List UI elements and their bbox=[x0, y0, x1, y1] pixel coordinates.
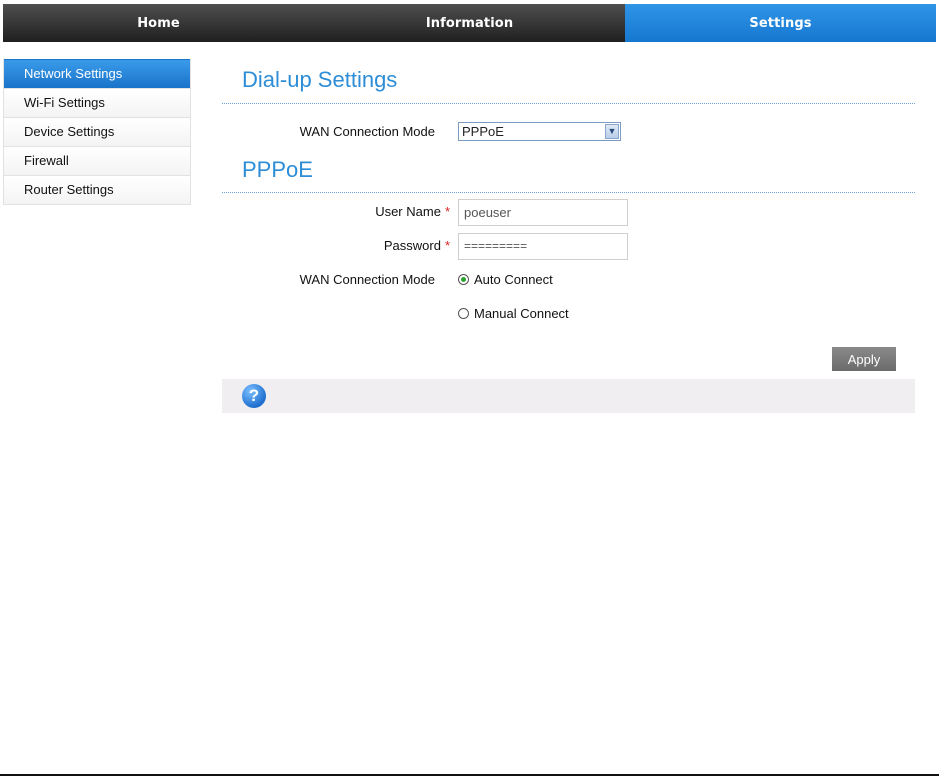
wan-mode-label: WAN Connection Mode bbox=[299, 124, 435, 139]
wan-mode-select-value: PPPoE bbox=[462, 124, 504, 139]
required-mark: * bbox=[444, 204, 450, 219]
tab-home[interactable]: Home bbox=[3, 4, 314, 42]
username-input[interactable]: poeuser bbox=[458, 199, 628, 226]
password-input[interactable]: ========= bbox=[458, 233, 628, 260]
password-label: Password * bbox=[300, 238, 450, 253]
pppoe-section-title: PPPoE bbox=[242, 157, 313, 182]
username-label-text: User Name bbox=[375, 204, 441, 219]
help-bar: ? bbox=[222, 379, 915, 413]
manual-connect-label: Manual Connect bbox=[474, 306, 569, 321]
sidebar-item-firewall[interactable]: Firewall bbox=[4, 146, 190, 175]
section-divider bbox=[222, 192, 915, 193]
pppoe-wan-mode-label: WAN Connection Mode bbox=[299, 272, 435, 287]
username-label: User Name * bbox=[300, 204, 450, 219]
tab-information[interactable]: Information bbox=[314, 4, 625, 42]
auto-connect-radio[interactable] bbox=[458, 274, 469, 285]
auto-connect-label: Auto Connect bbox=[474, 272, 553, 287]
manual-connect-radio[interactable] bbox=[458, 308, 469, 319]
help-icon[interactable]: ? bbox=[242, 384, 266, 408]
manual-connect-option[interactable]: Manual Connect bbox=[458, 306, 569, 321]
section-divider bbox=[222, 103, 915, 104]
sidebar: Network Settings Wi-Fi Settings Device S… bbox=[3, 59, 191, 205]
top-navigation: Home Information Settings bbox=[3, 4, 936, 42]
password-label-text: Password bbox=[383, 238, 441, 253]
required-mark: * bbox=[444, 238, 450, 253]
sidebar-item-wifi-settings[interactable]: Wi-Fi Settings bbox=[4, 88, 190, 117]
sidebar-item-network-settings[interactable]: Network Settings bbox=[4, 59, 190, 88]
tab-settings[interactable]: Settings bbox=[625, 4, 936, 42]
bottom-border bbox=[0, 774, 939, 776]
apply-button[interactable]: Apply bbox=[832, 347, 896, 371]
auto-connect-option[interactable]: Auto Connect bbox=[458, 272, 553, 287]
wan-mode-select[interactable]: PPPoE ▼ bbox=[458, 122, 621, 141]
dialup-section-title: Dial-up Settings bbox=[242, 67, 398, 92]
sidebar-item-router-settings[interactable]: Router Settings bbox=[4, 175, 190, 204]
chevron-down-icon[interactable]: ▼ bbox=[605, 124, 619, 139]
sidebar-item-device-settings[interactable]: Device Settings bbox=[4, 117, 190, 146]
